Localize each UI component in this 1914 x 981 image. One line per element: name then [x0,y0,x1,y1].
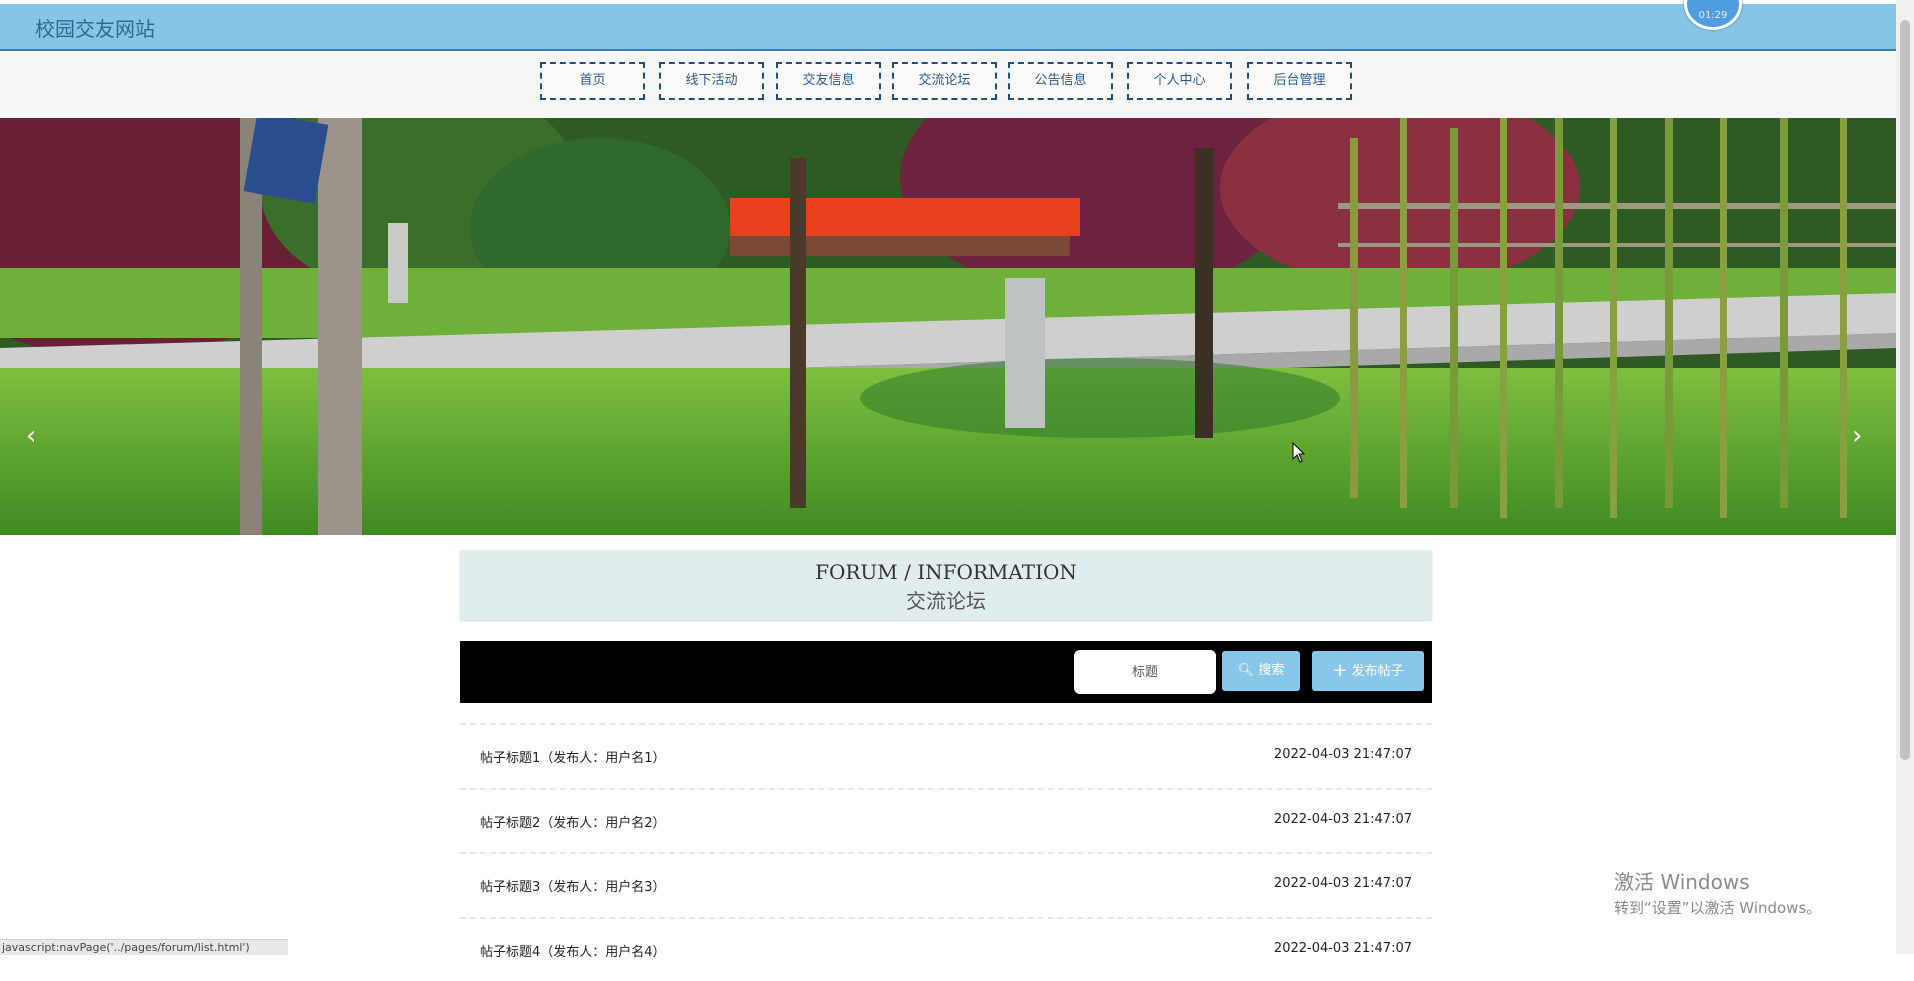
nav-item-forum[interactable]: 交流论坛 [892,62,997,100]
browser-status-url: javascript:navPage('../pages/forum/list.… [0,939,288,955]
nav-item-personal-center[interactable]: 个人中心 [1127,62,1232,100]
post-time: 2022-04-03 21:47:07 [1273,812,1412,827]
search-button[interactable]: 🔍︎ 搜索 [1222,651,1300,691]
table-row[interactable]: 帖子标题3（发布人：用户名3） 2022-04-03 21:47:07 [460,852,1432,916]
search-input[interactable] [1074,650,1216,694]
post-title[interactable]: 帖子标题1（发布人：用户名1） [480,747,666,766]
windows-activation-watermark: 激活 Windows 转到“设置”以激活 Windows。 [1614,866,1821,918]
forum-title-cn: 交流论坛 [906,589,986,613]
watermark-line-2: 转到“设置”以激活 Windows。 [1614,899,1822,917]
carousel-next-arrow[interactable]: › [1852,423,1862,449]
post-time: 2022-04-03 21:47:07 [1273,876,1412,891]
add-post-button[interactable]: + 发布帖子 [1312,651,1424,691]
nav-item-notices[interactable]: 公告信息 [1008,62,1113,100]
mouse-cursor-icon [1292,442,1306,463]
table-row[interactable]: 帖子标题4（发布人：用户名4） 2022-04-03 21:47:07 [460,917,1432,981]
carousel-prev-arrow[interactable]: ‹ [26,423,36,449]
main-nav: 首页 线下活动 交友信息 交流论坛 公告信息 个人中心 后台管理 [0,51,1896,118]
search-bar: 🔍︎ 搜索 + 发布帖子 [460,641,1432,703]
post-title[interactable]: 帖子标题3（发布人：用户名3） [480,876,666,895]
add-post-button-label: 发布帖子 [1351,664,1404,679]
forum-title-en: FORUM / INFORMATION [815,560,1077,584]
plus-icon: + [1332,660,1348,681]
forum-heading: FORUM / INFORMATION 交流论坛 [460,550,1432,620]
scrollbar-thumb[interactable] [1900,20,1910,760]
nav-item-activities[interactable]: 线下活动 [659,62,764,100]
site-title[interactable]: 校园交友网站 [35,13,155,42]
post-title[interactable]: 帖子标题2（发布人：用户名2） [480,812,666,831]
watermark-line-1: 激活 Windows [1614,870,1750,894]
nav-item-home[interactable]: 首页 [540,62,645,100]
banner-image [0,118,1896,535]
table-row[interactable]: 帖子标题1（发布人：用户名1） 2022-04-03 21:47:07 [460,723,1432,787]
post-title[interactable]: 帖子标题4（发布人：用户名4） [480,941,666,960]
search-button-label: 搜索 [1258,663,1285,678]
page-scrollbar[interactable] [1896,0,1914,954]
nav-item-admin[interactable]: 后台管理 [1247,62,1352,100]
table-row[interactable]: 帖子标题2（发布人：用户名2） 2022-04-03 21:47:07 [460,788,1432,852]
top-header-bar: 校园交友网站 [0,4,1896,51]
banner-carousel[interactable]: ‹ › [0,118,1896,535]
nav-item-dating-info[interactable]: 交友信息 [776,62,881,100]
search-icon: 🔍︎ [1237,663,1255,678]
post-time: 2022-04-03 21:47:07 [1273,747,1412,762]
